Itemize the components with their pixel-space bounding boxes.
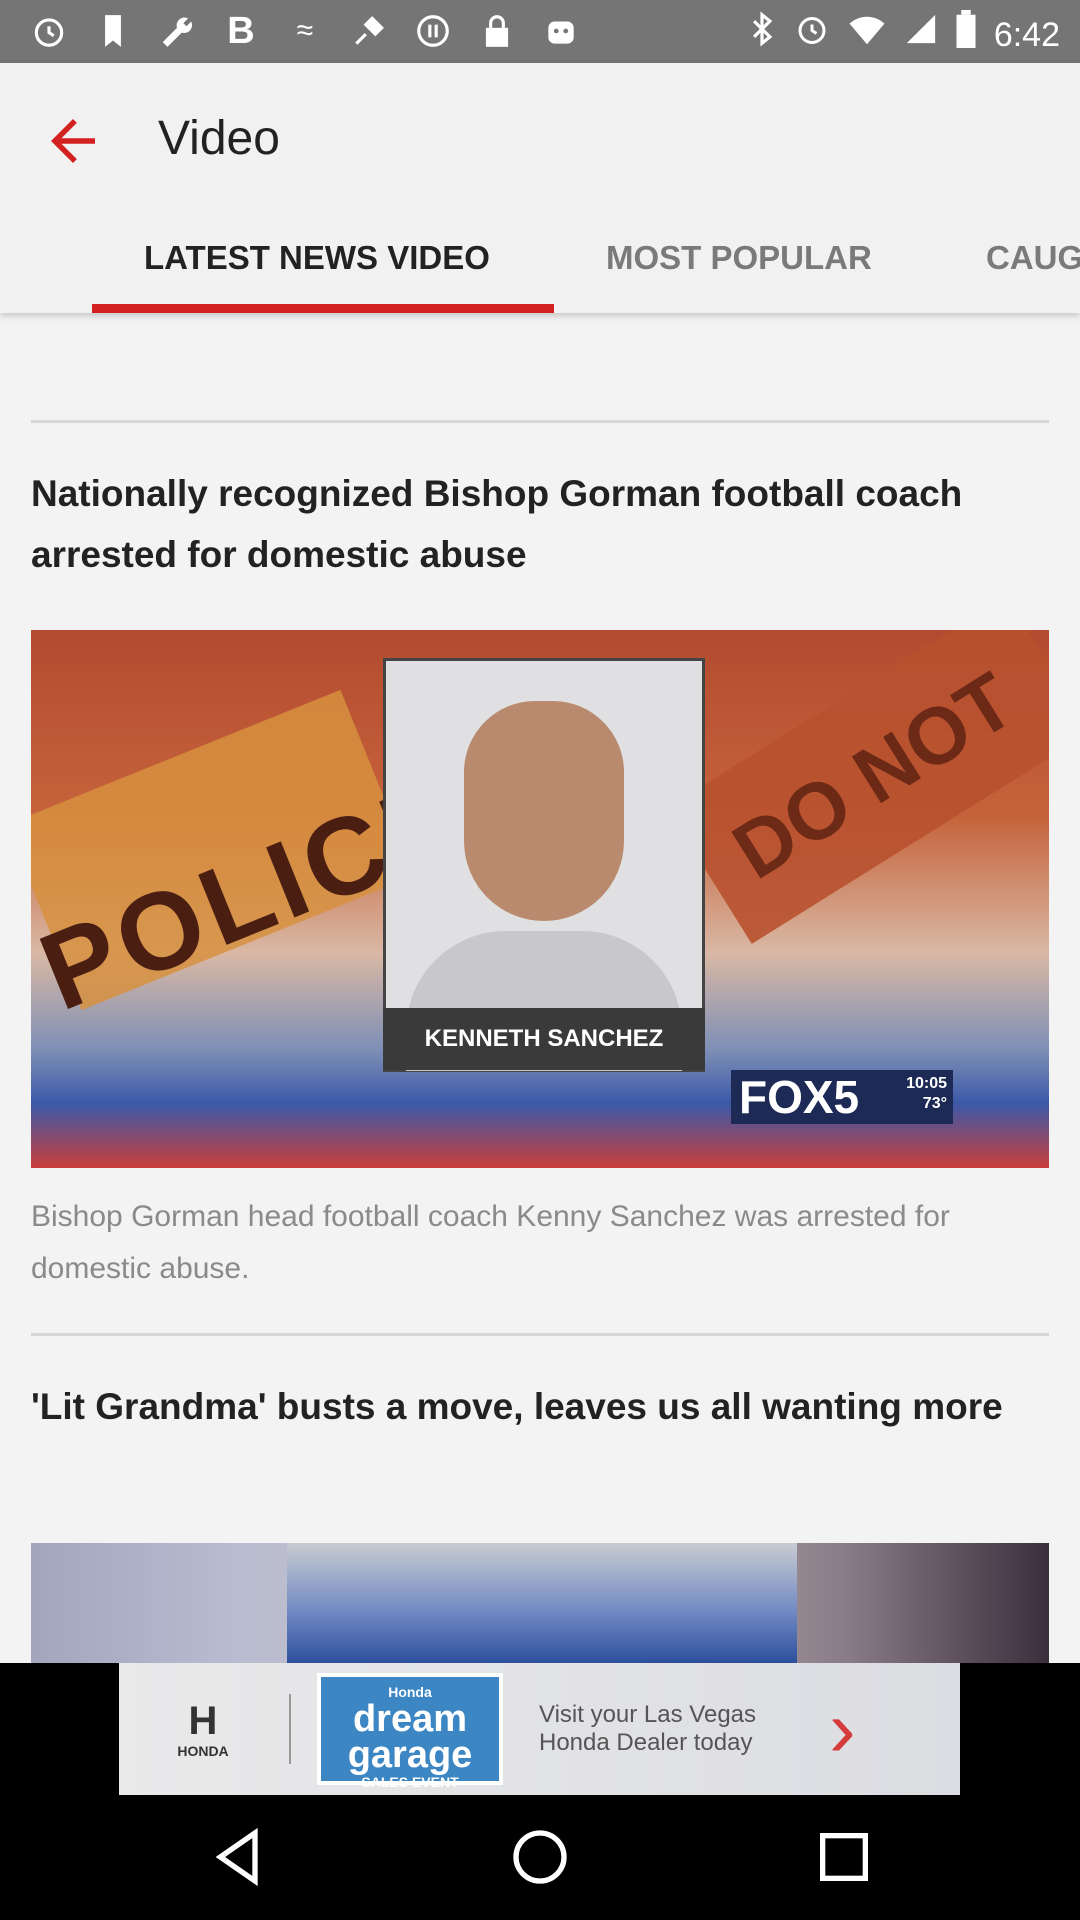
lock-icon <box>476 10 518 52</box>
mugshot-nameplate: KENNETH SANCHEZ <box>383 1008 705 1070</box>
signal-icon <box>904 12 938 57</box>
tab-caught[interactable]: CAUG <box>986 223 1080 313</box>
status-right: 6:42 <box>748 10 1060 59</box>
bluetooth-icon <box>748 10 776 59</box>
article-headline[interactable]: Nationally recognized Bishop Gorman foot… <box>31 463 1051 585</box>
nav-home-button[interactable] <box>508 1825 572 1889</box>
article-thumbnail[interactable] <box>31 1543 1049 1663</box>
article-summary: Bishop Gorman head football coach Kenny … <box>31 1200 950 1285</box>
pause-circle-icon <box>412 10 454 52</box>
fox5-logo: FOX5 10:05 73° <box>731 1070 953 1124</box>
divider <box>31 1333 1049 1336</box>
triangle-back-icon <box>215 1827 258 1887</box>
ad-banner-area: H HONDA Honda dream garage SALES EVENT V… <box>0 1663 1080 1795</box>
dream-garage-logo: Honda dream garage SALES EVENT <box>317 1673 503 1790</box>
nav-back-button[interactable] <box>207 1825 271 1889</box>
ad-message: Visit your Las Vegas Honda Dealer today <box>539 1701 757 1756</box>
status-time: 6:42 <box>993 15 1060 54</box>
group-photo <box>287 1543 797 1663</box>
logo-time: 10:05 <box>906 1075 947 1092</box>
tab-latest-news-video[interactable]: LATEST NEWS VIDEO <box>144 223 490 313</box>
alarm-clock-icon <box>794 11 830 58</box>
back-arrow-icon <box>51 119 95 163</box>
tab-bar: LATEST NEWS VIDEO MOST POPULAR CAUG <box>0 223 1080 313</box>
page-title: Video <box>158 112 280 165</box>
active-tab-indicator <box>92 304 554 313</box>
wrench-icon <box>156 10 198 52</box>
back-button[interactable] <box>40 108 106 174</box>
alarm-icon <box>28 10 70 52</box>
app-bar: Video LATEST NEWS VIDEO MOST POPULAR CAU… <box>0 63 1080 313</box>
article-thumbnail[interactable]: POLICE DO NOT KENNETH SANCHEZ FOX5 10:05… <box>31 630 1049 1168</box>
tab-most-popular[interactable]: MOST POPULAR <box>606 223 872 313</box>
swirl-icon: ≈ <box>296 14 314 47</box>
nav-recents-button[interactable] <box>812 1825 876 1889</box>
ad-separator <box>289 1694 291 1764</box>
android-icon <box>540 10 582 52</box>
article-headline[interactable]: 'Lit Grandma' busts a move, leaves us al… <box>31 1376 1051 1437</box>
bold-b-icon: B <box>227 10 255 52</box>
fox5-logo-text: FOX5 <box>739 1071 860 1123</box>
status-bar: B ≈ 6:42 <box>0 0 1080 63</box>
honda-logo: H HONDA <box>177 1699 229 1759</box>
circle-home-icon <box>513 1830 567 1884</box>
square-recents-icon <box>820 1833 868 1881</box>
wifi-icon <box>848 13 886 57</box>
ad-banner[interactable]: H HONDA Honda dream garage SALES EVENT V… <box>119 1663 960 1795</box>
chevron-right-icon: › <box>829 1684 856 1773</box>
status-left-icons: B ≈ <box>28 10 582 52</box>
fake-gps-icon <box>348 10 390 52</box>
logo-temp: 73° <box>922 1095 947 1112</box>
divider <box>31 420 1049 423</box>
video-list[interactable]: Nationally recognized Bishop Gorman foot… <box>0 313 1080 1663</box>
battery-icon <box>956 10 976 59</box>
navigation-bar <box>0 1795 1080 1920</box>
bookmark-icon <box>92 10 134 52</box>
